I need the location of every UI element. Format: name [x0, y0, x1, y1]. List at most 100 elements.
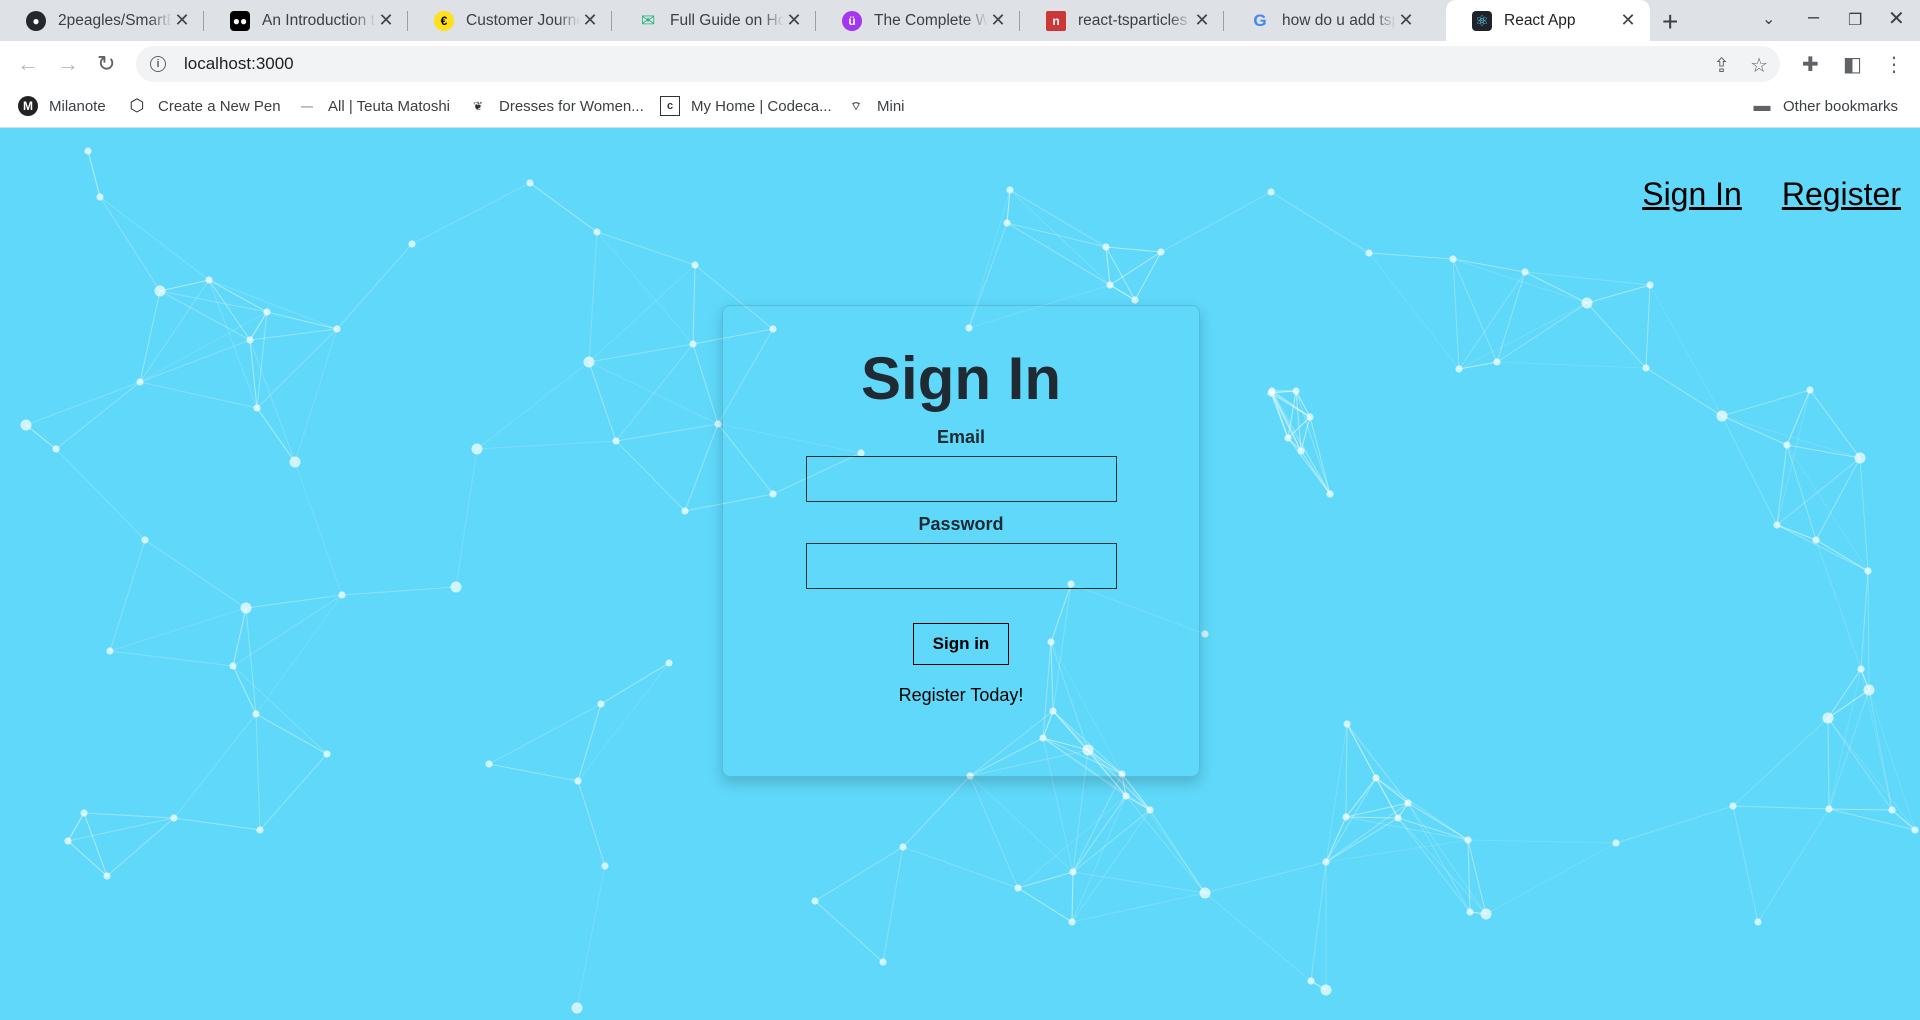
particle-link	[692, 343, 719, 425]
password-field[interactable]	[805, 543, 1117, 589]
particle-link	[488, 703, 602, 765]
tab-search-chevron-icon[interactable]: ⌄	[1762, 9, 1775, 29]
bookmark-star-icon[interactable]: ☆	[1750, 53, 1768, 78]
tab-title: Customer Journey Map	[466, 11, 580, 29]
particle-dot	[1806, 386, 1814, 394]
particle-link	[577, 780, 606, 867]
new-tab-button[interactable]: +	[1662, 6, 1678, 38]
particle-dot	[154, 285, 166, 297]
particle-dot	[899, 843, 907, 851]
particle-link	[1346, 723, 1409, 804]
site-info-icon[interactable]: i	[150, 56, 166, 72]
particle-link	[1828, 808, 1893, 811]
particle-link	[259, 753, 328, 831]
browser-tab[interactable]: n react-tsparticles - npm ✕	[1020, 0, 1224, 41]
forward-arrow-icon[interactable]: →	[57, 51, 79, 77]
bookmark-item[interactable]: ⬡ Create a New Pen	[127, 96, 281, 116]
bookmark-item[interactable]: c My Home | Codeca...	[660, 96, 832, 116]
close-icon[interactable]: ✕	[988, 10, 1008, 31]
close-icon[interactable]: ✕	[1192, 10, 1212, 31]
browser-tab-active[interactable]: ⚛ React App ✕	[1446, 0, 1650, 41]
particle-dot	[1322, 858, 1330, 866]
particle-link	[1006, 222, 1136, 301]
particle-dot	[597, 700, 605, 708]
particle-link	[1009, 189, 1111, 286]
particle-dot	[1201, 630, 1209, 638]
browser-tab[interactable]: € Customer Journey Map ✕	[408, 0, 612, 41]
url-text[interactable]: localhost:3000	[184, 54, 294, 74]
close-icon[interactable]: ✕	[172, 10, 192, 31]
particle-dot	[665, 659, 673, 667]
bookmark-item[interactable]: ⌔ Mini	[846, 96, 904, 116]
particle-dot	[106, 647, 114, 655]
bookmark-item[interactable]: — All | Teuta Matoshi	[297, 96, 450, 116]
browser-tab[interactable]: G how do u add tsparticles ✕	[1224, 0, 1428, 41]
back-arrow-icon[interactable]: ←	[17, 51, 39, 77]
particle-link	[615, 440, 686, 512]
register-today-link[interactable]: Register Today!	[899, 685, 1024, 706]
particle-link	[411, 182, 531, 245]
particle-link	[1586, 284, 1651, 304]
particle-dot	[612, 437, 620, 445]
bookmark-label: Dresses for Women...	[499, 97, 644, 115]
particle-dot	[1783, 441, 1791, 449]
bookmark-item[interactable]: M Milanote	[18, 96, 106, 116]
particle-link	[488, 763, 579, 782]
browser-tab[interactable]: ✉ Full Guide on How to ✕	[612, 0, 816, 41]
particle-dot	[1825, 805, 1833, 813]
particle-link	[1649, 284, 1723, 417]
particle-link	[1467, 839, 1487, 915]
reload-icon[interactable]: ↻	[97, 51, 115, 77]
side-panel-icon[interactable]: ◧	[1843, 52, 1862, 77]
particle-link	[83, 812, 175, 819]
nav-register-link[interactable]: Register	[1782, 176, 1901, 213]
medium-icon: ●●	[230, 10, 250, 31]
window-close-icon[interactable]: ✕	[1888, 6, 1905, 31]
particle-link	[173, 713, 257, 819]
bookmark-item[interactable]: ❦ Dresses for Women...	[468, 96, 644, 116]
restore-icon[interactable]: ❐	[1848, 10, 1862, 30]
extensions-puzzle-icon[interactable]: ✚	[1802, 52, 1819, 77]
particle-dot	[1888, 806, 1896, 814]
close-icon[interactable]: ✕	[376, 10, 396, 31]
particle-dot	[408, 240, 416, 248]
nav-sign-in-link[interactable]: Sign In	[1642, 176, 1742, 213]
particle-link	[1721, 415, 1788, 446]
close-icon[interactable]: ✕	[580, 10, 600, 31]
other-bookmarks[interactable]: ▬ Other bookmarks	[1752, 96, 1899, 116]
particle-dot	[1863, 684, 1875, 696]
particle-dot	[1006, 186, 1014, 194]
particle-dot	[1069, 868, 1077, 876]
bookmark-label: Milanote	[49, 97, 106, 115]
browser-tab[interactable]: ü The Complete Web Developer ✕	[816, 0, 1020, 41]
particle-link	[1467, 839, 1471, 913]
sign-in-button[interactable]: Sign in	[913, 623, 1009, 665]
particle-link	[1776, 444, 1788, 526]
particle-dot	[1455, 365, 1463, 373]
browser-tab[interactable]: ●● An Introduction to tsParticles ✕	[204, 0, 408, 41]
menu-kebab-icon[interactable]: ⋮	[1884, 52, 1904, 77]
mini-icon: ⌔	[850, 98, 862, 113]
address-bar[interactable]: i localhost:3000 ⇪ ☆	[136, 46, 1780, 82]
particle-link	[902, 775, 971, 848]
browser-tab[interactable]: ● 2peagles/SmartBrain ✕	[0, 0, 204, 41]
close-icon[interactable]: ✕	[1396, 10, 1416, 31]
particle-link	[1160, 191, 1272, 253]
particle-link	[1105, 246, 1136, 301]
particle-link	[1375, 777, 1469, 841]
particle-dot	[1122, 792, 1130, 800]
particle-link	[1134, 251, 1162, 301]
particle-link	[109, 650, 234, 667]
particle-dot	[1493, 358, 1501, 366]
minimize-icon[interactable]: –	[1808, 6, 1819, 29]
close-icon[interactable]: ✕	[1618, 10, 1638, 31]
tab-title: how do u add tsparticles	[1282, 11, 1396, 29]
particle-dot	[1157, 248, 1165, 256]
share-icon[interactable]: ⇪	[1713, 53, 1730, 78]
close-icon[interactable]: ✕	[784, 10, 804, 31]
particle-link	[1485, 842, 1617, 915]
particle-link	[1125, 795, 1206, 894]
leaf-icon: ❦	[472, 99, 484, 113]
particle-link	[455, 448, 478, 588]
email-field[interactable]	[805, 456, 1117, 502]
